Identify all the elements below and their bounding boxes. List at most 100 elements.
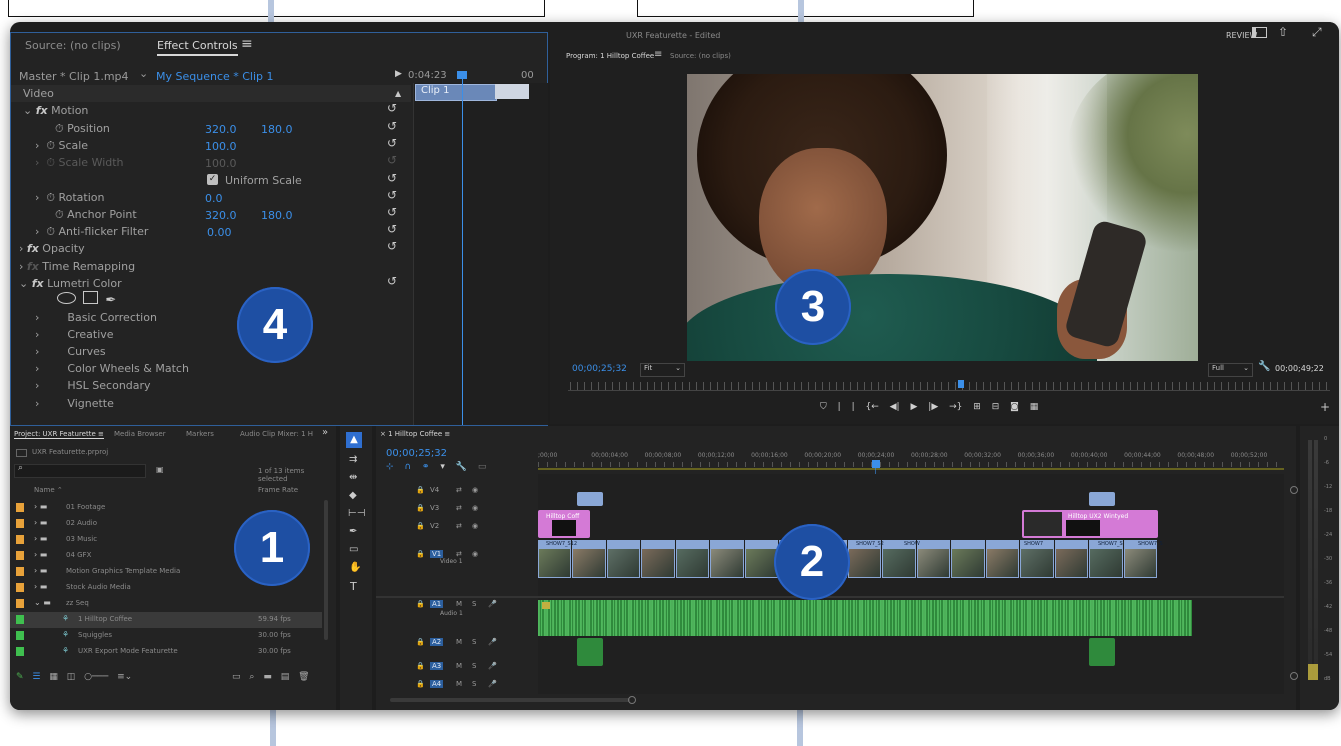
fullscreen-icon[interactable]: ⤢ — [1312, 25, 1322, 40]
tab-source-monitor[interactable]: Source: (no clips) — [670, 52, 731, 60]
voice-over-mic-icon[interactable]: 🎤 — [488, 680, 497, 688]
label-color-swatch[interactable] — [16, 535, 24, 544]
property-scale[interactable]: › ⏱ Scale — [11, 137, 88, 154]
add-button-icon[interactable]: + — [1320, 400, 1330, 414]
audio-clip-a1[interactable] — [538, 600, 1192, 636]
v1-video-clip[interactable] — [951, 540, 985, 578]
step-back-icon[interactable]: ◀| — [890, 402, 900, 412]
voice-over-mic-icon[interactable]: 🎤 — [488, 662, 497, 670]
new-bin-icon[interactable]: ▬ — [263, 672, 272, 682]
reset-icon[interactable]: ↺ — [387, 171, 397, 185]
mute-icon[interactable]: M — [456, 638, 462, 646]
play-icon[interactable]: ▶ — [910, 402, 917, 412]
uniform-scale-checkbox[interactable]: ✓ — [207, 174, 218, 185]
anchor-x-value[interactable]: 320.0 — [205, 209, 237, 222]
tab-effect-controls[interactable]: Effect Controls — [157, 39, 238, 56]
effect-time-remapping[interactable]: › fx Time Remapping — [11, 258, 135, 275]
reset-icon[interactable]: ↺ — [387, 239, 397, 253]
playhead-marker[interactable] — [457, 71, 467, 79]
tab-source[interactable]: Source: (no clips) — [25, 39, 121, 52]
sync-lock-icon[interactable]: ⇄ — [456, 486, 462, 494]
comparison-view-icon[interactable]: ▦ — [1030, 402, 1039, 412]
audio-clip-a2-b[interactable] — [1089, 638, 1115, 666]
program-playhead[interactable] — [958, 380, 964, 388]
property-anchor-point[interactable]: ⏱ Anchor Point — [11, 206, 137, 223]
project-list-item[interactable]: ⚘ Squiggles 30.00 fps — [10, 628, 322, 644]
trash-icon[interactable]: 🗑 — [298, 672, 309, 682]
timeline-ruler[interactable]: ;00;00 00;00;04;00 00;00;08;00 00;00;12;00 0… — [538, 452, 1284, 474]
tab-markers[interactable]: Markers — [186, 430, 214, 438]
track-label[interactable]: A2 — [430, 638, 444, 646]
share-icon[interactable]: ⇧ — [1278, 25, 1288, 39]
sync-lock-icon[interactable]: ⇄ — [456, 522, 462, 530]
reset-icon[interactable]: ↺ — [387, 136, 397, 150]
lift-icon[interactable]: ⊞ — [973, 402, 981, 412]
add-marker-icon[interactable]: ▾ — [440, 462, 445, 472]
fit-dropdown[interactable]: Fit ⌄ — [640, 363, 685, 377]
snap-icon[interactable]: ∩ — [404, 462, 411, 472]
ripple-edit-tool-icon[interactable]: ⇹ — [349, 472, 357, 483]
voice-over-mic-icon[interactable]: 🎤 — [488, 600, 497, 608]
sync-lock-icon[interactable]: ⇄ — [456, 550, 462, 558]
zoom-slider-icon[interactable]: ○─── — [84, 672, 108, 682]
effect-lumetri-color[interactable]: ⌄ fx Lumetri Color — [11, 275, 122, 292]
zoom-scroll-handle[interactable] — [568, 390, 1330, 391]
type-tool-icon[interactable]: T — [350, 580, 357, 593]
lumetri-hsl-secondary[interactable]: › HSL Secondary — [11, 377, 151, 394]
rotation-value[interactable]: 0.0 — [205, 192, 223, 205]
reset-icon[interactable]: ↺ — [387, 205, 397, 219]
position-x-value[interactable]: 320.0 — [205, 123, 237, 136]
label-color-swatch[interactable] — [16, 599, 24, 608]
solo-icon[interactable]: S — [472, 662, 476, 670]
mark-in-icon[interactable]: | — [838, 402, 841, 412]
rectangle-tool-icon[interactable]: ▭ — [349, 544, 358, 555]
audio-clip-a2-a[interactable] — [577, 638, 603, 666]
track-select-tool-icon[interactable]: ⇉ — [349, 454, 357, 465]
track-header-a2[interactable]: 🔒 A2 M S 🎤 — [376, 636, 536, 652]
track-label[interactable]: V2 — [430, 522, 439, 530]
v1-video-clip[interactable] — [675, 540, 710, 578]
clip-v4-a[interactable] — [577, 492, 603, 506]
add-marker-icon[interactable]: ⛉ — [820, 402, 827, 412]
effect-opacity[interactable]: › fx Opacity — [11, 240, 85, 257]
slip-tool-icon[interactable]: ⊢⊣ — [348, 508, 365, 519]
scale-value[interactable]: 100.0 — [205, 140, 237, 153]
column-name-header[interactable]: Name ⌃ — [34, 486, 63, 494]
position-y-value[interactable]: 180.0 — [261, 123, 293, 136]
project-list-item[interactable]: ⚘ UXR Export Mode Featurette 30.00 fps — [10, 644, 322, 660]
step-forward-icon[interactable]: |▶ — [928, 402, 938, 412]
timeline-timecode[interactable]: 00;00;25;32 — [386, 448, 447, 459]
label-color-swatch[interactable] — [16, 615, 24, 624]
v1-video-clip[interactable] — [916, 540, 951, 578]
new-item-icon[interactable]: ▤ — [281, 672, 290, 682]
pen-tool-icon[interactable]: ✒ — [349, 526, 357, 537]
rectangle-mask-icon[interactable] — [83, 291, 99, 304]
tab-program[interactable]: Program: 1 Hilltop Coffee — [566, 52, 654, 60]
timeline-vertical-scroll-a[interactable] — [1290, 486, 1298, 494]
label-color-swatch[interactable] — [16, 647, 24, 656]
track-header-v4[interactable]: 🔒 V4 ⇄ ◉ — [376, 484, 536, 500]
sync-lock-icon[interactable]: ⇄ — [456, 504, 462, 512]
anchor-y-value[interactable]: 180.0 — [261, 209, 293, 222]
lumetri-curves[interactable]: › Curves — [11, 343, 106, 360]
captions-icon[interactable]: ▭ — [478, 462, 487, 472]
reset-icon[interactable]: ↺ — [387, 188, 397, 202]
lumetri-basic-correction[interactable]: › Basic Correction — [11, 309, 157, 326]
clip-v4-b[interactable] — [1089, 492, 1115, 506]
linked-selection-icon[interactable]: ⚭ — [422, 462, 430, 472]
selection-tool-icon[interactable]: ▲ — [346, 432, 362, 448]
solo-icon[interactable]: S — [472, 600, 476, 608]
more-panels-icon[interactable]: » — [322, 427, 328, 438]
reset-icon[interactable]: ↺ — [387, 274, 397, 288]
property-rotation[interactable]: › ⏱ Rotation — [11, 189, 105, 206]
program-ruler[interactable] — [570, 382, 1330, 390]
eye-icon[interactable]: ◉ — [472, 504, 478, 512]
find-icon[interactable]: ⌕ — [249, 672, 254, 682]
lumetri-color-wheels[interactable]: › Color Wheels & Match — [11, 360, 189, 377]
sort-icon[interactable]: ≡⌄ — [117, 672, 132, 682]
v1-video-clip[interactable] — [985, 540, 1020, 578]
lock-icon[interactable]: 🔒 — [416, 662, 425, 670]
icon-view-icon[interactable]: ▦ — [49, 672, 58, 682]
timeline-scrollbar[interactable] — [390, 698, 630, 702]
v1-video-clip[interactable] — [710, 540, 744, 578]
